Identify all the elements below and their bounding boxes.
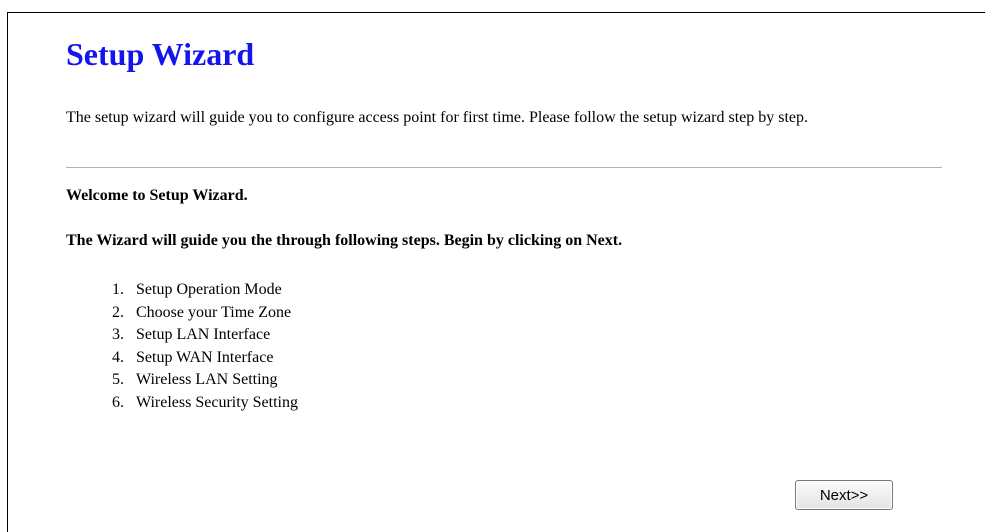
steps-list: 1. Setup Operation Mode 2. Choose your T… bbox=[84, 279, 298, 414]
step-number: 2. bbox=[112, 303, 124, 321]
step-label: Wireless LAN Setting bbox=[136, 371, 278, 388]
step-label: Setup Operation Mode bbox=[136, 281, 282, 298]
step-item: 4. Setup WAN Interface bbox=[84, 347, 298, 370]
step-number: 1. bbox=[112, 281, 124, 298]
intro-text: The setup wizard will guide you to confi… bbox=[66, 109, 809, 126]
step-number: 6. bbox=[112, 393, 124, 411]
guide-text: The Wizard will guide you the through fo… bbox=[66, 232, 623, 249]
step-number: 4. bbox=[112, 348, 124, 366]
divider bbox=[66, 167, 942, 168]
step-item: 3. Setup LAN Interface bbox=[84, 324, 298, 347]
step-number: 3. bbox=[112, 326, 124, 343]
step-label: Setup LAN Interface bbox=[136, 326, 271, 343]
step-number: 5. bbox=[112, 371, 124, 388]
step-item: 6. Wireless Security Setting bbox=[84, 392, 298, 415]
welcome-heading: Welcome to Setup Wizard. bbox=[66, 187, 248, 204]
step-label: Wireless Security Setting bbox=[136, 393, 298, 411]
step-label: Setup WAN Interface bbox=[136, 348, 274, 366]
next-button[interactable]: Next>> bbox=[795, 480, 893, 510]
step-item: 1. Setup Operation Mode bbox=[84, 279, 298, 302]
page-title: Setup Wizard bbox=[66, 36, 255, 72]
step-label: Choose your Time Zone bbox=[136, 303, 292, 321]
step-item: 5. Wireless LAN Setting bbox=[84, 369, 298, 392]
content-frame bbox=[7, 12, 985, 532]
step-item: 2. Choose your Time Zone bbox=[84, 302, 298, 325]
